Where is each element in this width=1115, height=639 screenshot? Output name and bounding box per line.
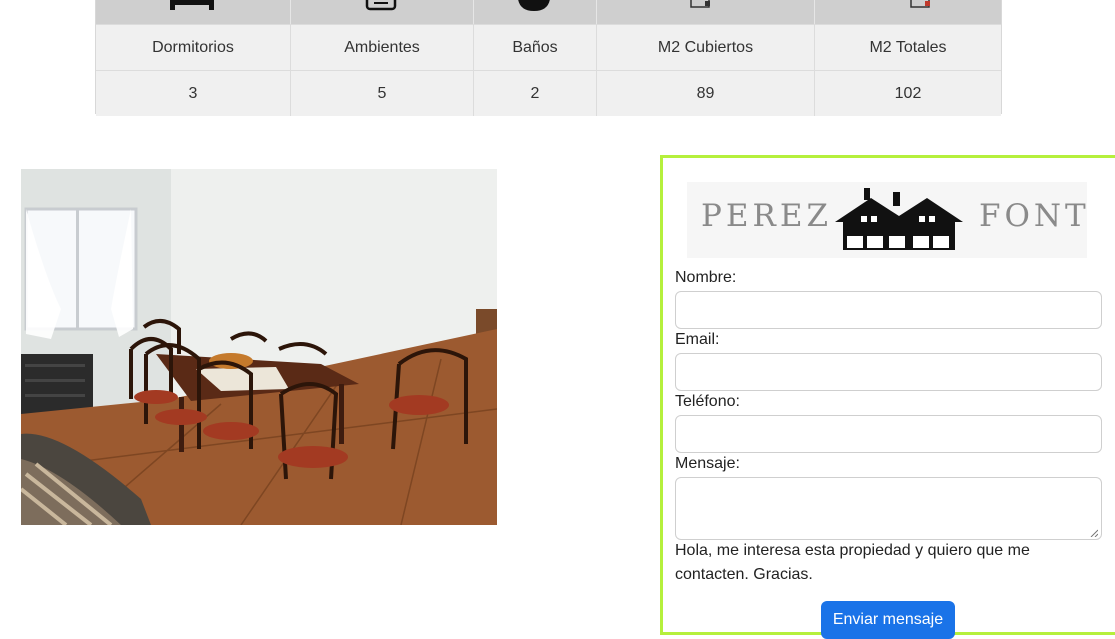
message-textarea[interactable]: [675, 477, 1102, 540]
logo-text-left: PEREZ: [701, 198, 832, 234]
phone-label: Teléfono:: [675, 393, 740, 410]
name-input[interactable]: [675, 291, 1102, 329]
feature-value-m2-cubiertos: 89: [597, 71, 815, 116]
email-label: Email:: [675, 331, 720, 348]
feature-value-banos: 2: [474, 71, 597, 116]
property-features-table: Dormitorios Ambientes Baños M2 Cubiertos…: [95, 0, 1002, 116]
bathtub-icon: [474, 0, 597, 24]
bed-icon: [96, 0, 291, 24]
feature-label-dormitorios: Dormitorios: [96, 25, 291, 70]
send-message-button[interactable]: Enviar mensaje: [821, 601, 955, 639]
dining-room-photo[interactable]: [21, 169, 497, 525]
area-total-icon: [815, 0, 1001, 24]
features-label-row: Dormitorios Ambientes Baños M2 Cubiertos…: [96, 24, 1001, 70]
contact-form-card: PEREZ FONT Nombre: Email: Teléfono: Mens…: [660, 155, 1115, 639]
message-default-text: Hola, me interesa esta propiedad y quier…: [675, 542, 1030, 583]
message-label: Mensaje:: [675, 455, 740, 472]
feature-value-m2-totales: 102: [894, 84, 922, 102]
features-value-row: 3 5 2 89 102: [96, 70, 1001, 116]
logo-text-right: FONT: [979, 198, 1090, 234]
resize-grip-icon[interactable]: [1090, 529, 1098, 537]
perez-font-logo: PEREZ FONT: [687, 182, 1087, 258]
feature-value-dormitorios: 3: [96, 71, 291, 116]
area-icon: [597, 0, 815, 24]
name-label: Nombre:: [675, 269, 737, 286]
feature-label-m2-totales: M2 Totales: [869, 38, 947, 56]
house-logo-icon: [835, 188, 963, 250]
feature-label-m2-cubiertos: M2 Cubiertos: [597, 25, 815, 70]
email-input[interactable]: [675, 353, 1102, 391]
phone-input[interactable]: [675, 415, 1102, 453]
feature-label-banos: Baños: [474, 25, 597, 70]
feature-value-ambientes: 5: [291, 71, 474, 116]
features-icon-row: [96, 0, 1001, 24]
swap-icon: [291, 0, 474, 24]
feature-label-ambientes: Ambientes: [291, 25, 474, 70]
